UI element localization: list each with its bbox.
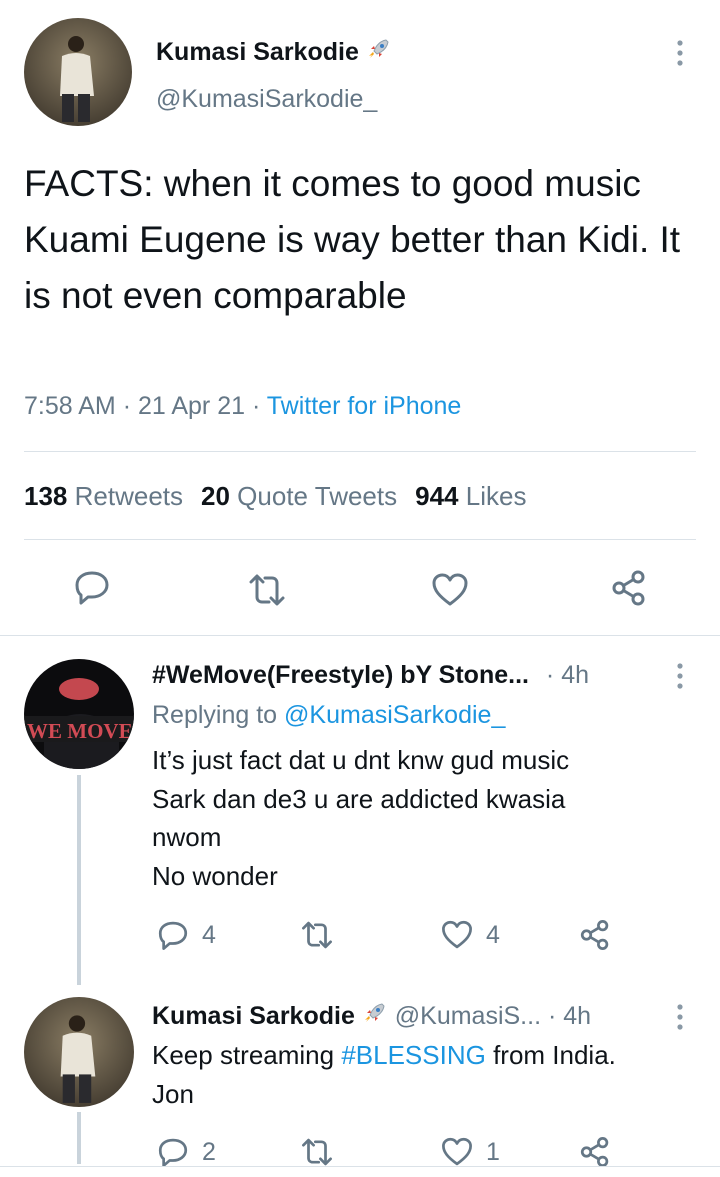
avatar[interactable] bbox=[24, 997, 134, 1107]
display-name-text: Kumasi Sarkodie bbox=[156, 38, 359, 66]
reply-icon bbox=[156, 1135, 190, 1169]
like-icon bbox=[440, 918, 474, 952]
retweet-icon[interactable] bbox=[247, 570, 287, 610]
reply-action[interactable]: 4 bbox=[156, 918, 216, 952]
meta-separator: · bbox=[251, 392, 261, 420]
display-name[interactable]: #WeMove(Freestyle) bY Stone... bbox=[152, 661, 529, 689]
divider bbox=[24, 539, 696, 540]
more-options-icon[interactable] bbox=[672, 1002, 688, 1032]
share-action[interactable] bbox=[578, 1135, 624, 1169]
retweets-count: 138 bbox=[24, 481, 68, 511]
quotes-label: Quote Tweets bbox=[237, 481, 398, 511]
like-action[interactable]: 4 bbox=[440, 918, 500, 952]
tweet-text: FACTS: when it comes to good music Kuami… bbox=[24, 163, 681, 316]
reply-icon bbox=[156, 918, 190, 952]
more-options-icon[interactable] bbox=[672, 38, 688, 68]
reply-text-start: Keep streaming bbox=[152, 1040, 342, 1070]
replying-handle[interactable]: @KumasiSarkodie_ bbox=[284, 701, 505, 729]
replying-prefix: Replying to bbox=[152, 701, 278, 729]
likes-stat[interactable]: 944 Likes bbox=[415, 481, 526, 511]
reply-count: 4 bbox=[202, 920, 216, 949]
tweet-date[interactable]: 21 Apr 21 bbox=[138, 392, 245, 420]
more-options-icon[interactable] bbox=[672, 661, 688, 691]
rocket-icon bbox=[366, 36, 392, 62]
reply-icon[interactable] bbox=[72, 567, 112, 607]
likes-count: 944 bbox=[415, 481, 459, 511]
meta-separator: · bbox=[122, 392, 132, 420]
avatar-text: WE MOVE bbox=[27, 719, 133, 743]
reply-text: It’s just fact dat u dnt knw gud music S… bbox=[152, 745, 570, 891]
like-icon[interactable] bbox=[430, 570, 470, 610]
retweet-icon bbox=[300, 1135, 334, 1169]
like-icon bbox=[440, 1135, 474, 1169]
meta-separator: · bbox=[545, 661, 555, 689]
quotes-count: 20 bbox=[201, 481, 230, 511]
replying-to: Replying to @KumasiSarkodie_ bbox=[152, 699, 505, 731]
reply-text: Keep streaming #BLESSING from India. Jon bbox=[152, 1036, 682, 1113]
share-icon[interactable] bbox=[609, 568, 649, 608]
reply-header: #WeMove(Freestyle) bY Stone... · 4h bbox=[152, 659, 589, 691]
divider bbox=[24, 451, 696, 452]
share-icon bbox=[578, 918, 612, 952]
thread-separator bbox=[0, 635, 720, 636]
reply-time[interactable]: 4h bbox=[561, 661, 589, 689]
rocket-icon bbox=[362, 1000, 388, 1026]
reply-time[interactable]: 4h bbox=[563, 1002, 591, 1030]
display-name[interactable]: Kumasi Sarkodie bbox=[156, 36, 392, 66]
display-name[interactable]: Kumasi Sarkodie bbox=[152, 1002, 355, 1030]
retweet-action[interactable] bbox=[300, 918, 346, 952]
hashtag-link[interactable]: #BLESSING bbox=[341, 1040, 486, 1070]
handle[interactable]: @KumasiS... bbox=[395, 1002, 541, 1030]
like-action[interactable]: 1 bbox=[440, 1135, 500, 1169]
thread-line bbox=[77, 775, 81, 985]
like-count: 1 bbox=[486, 1137, 500, 1166]
divider bbox=[0, 1166, 720, 1167]
engagement-stats: 138 Retweets 20 Quote Tweets 944 Likes bbox=[24, 479, 526, 513]
thread-line bbox=[77, 1112, 81, 1164]
retweet-action[interactable] bbox=[300, 1135, 346, 1169]
quotes-stat[interactable]: 20 Quote Tweets bbox=[201, 481, 397, 511]
share-action[interactable] bbox=[578, 918, 624, 952]
like-count: 4 bbox=[486, 920, 500, 949]
reply-count: 2 bbox=[202, 1137, 216, 1166]
likes-label: Likes bbox=[465, 481, 527, 511]
avatar[interactable]: WE MOVE bbox=[24, 659, 134, 769]
meta-separator: · bbox=[547, 1002, 557, 1030]
reply-action[interactable]: 2 bbox=[156, 1135, 216, 1169]
share-icon bbox=[578, 1135, 612, 1169]
handle[interactable]: @KumasiSarkodie_ bbox=[156, 84, 377, 114]
retweet-icon bbox=[300, 918, 334, 952]
reply-header: Kumasi Sarkodie @KumasiS... · 4h bbox=[152, 1000, 591, 1032]
retweets-stat[interactable]: 138 Retweets bbox=[24, 481, 183, 511]
tweet-meta: 7:58 AM · 21 Apr 21 · Twitter for iPhone bbox=[24, 390, 461, 422]
retweets-label: Retweets bbox=[74, 481, 184, 511]
tweet-source[interactable]: Twitter for iPhone bbox=[267, 392, 462, 420]
tweet-time[interactable]: 7:58 AM bbox=[24, 392, 116, 420]
avatar[interactable] bbox=[24, 18, 132, 126]
